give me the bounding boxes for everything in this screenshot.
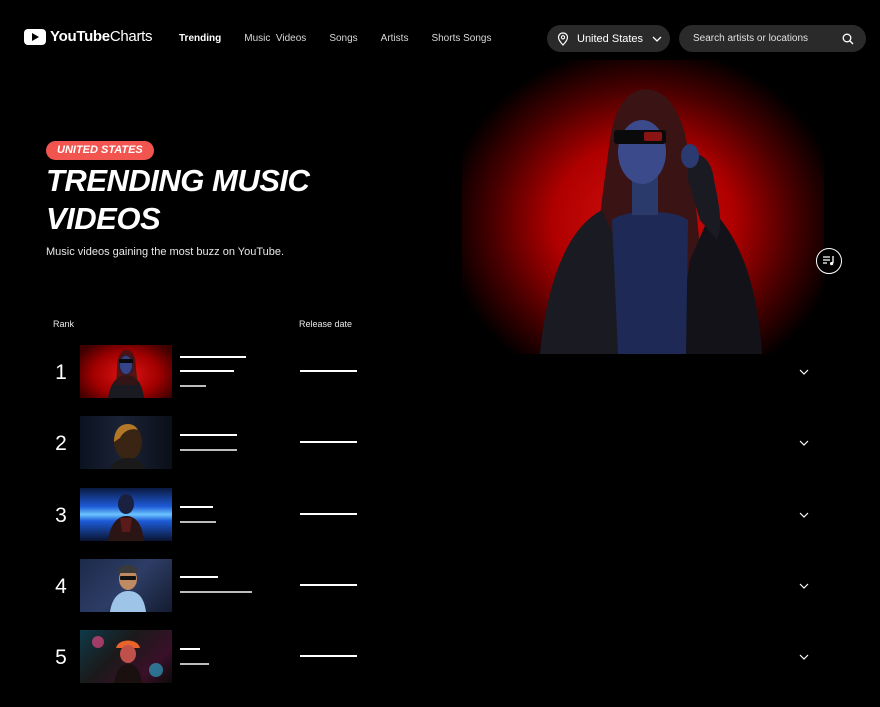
page-title: TRENDING MUSIC VIDEOS — [46, 163, 310, 236]
search-input[interactable] — [693, 33, 842, 44]
release-date-placeholder — [300, 513, 357, 515]
title-placeholder — [180, 434, 237, 436]
nav-item-songs[interactable]: Songs — [329, 33, 357, 44]
video-thumbnail[interactable] — [80, 416, 172, 469]
release-date-column-header: Release date — [299, 319, 353, 329]
title-placeholder — [180, 576, 218, 578]
video-thumbnail[interactable] — [80, 345, 172, 398]
nav-item-trending[interactable]: Trending — [179, 33, 221, 44]
release-date-placeholder — [300, 655, 357, 657]
table-row[interactable]: 5 — [46, 630, 836, 685]
title-placeholder — [180, 356, 246, 358]
chevron-down-icon[interactable] — [798, 651, 810, 663]
table-row[interactable]: 3 — [46, 488, 836, 543]
chevron-down-icon — [652, 36, 662, 42]
nav-item-artists[interactable]: Artists — [381, 33, 409, 44]
country-select-value: United States — [577, 32, 644, 45]
chevron-down-icon[interactable] — [798, 366, 810, 378]
country-select[interactable]: United States — [547, 25, 670, 52]
page-subtitle: Music videos gaining the most buzz on Yo… — [46, 246, 285, 258]
rank-number: 1 — [55, 361, 67, 384]
nav-item-shorts-songs[interactable]: Shorts Songs — [431, 33, 491, 44]
table-row[interactable]: 2 — [46, 416, 836, 471]
video-thumbnail[interactable] — [80, 488, 172, 541]
table-row[interactable]: 1 — [46, 345, 836, 400]
rank-column-header: Rank — [53, 319, 75, 329]
artist-placeholder — [180, 591, 252, 593]
hero-artist-image — [462, 60, 824, 354]
rank-number: 4 — [55, 575, 67, 598]
main-nav: Trending Music Videos Songs Artists Shor… — [179, 33, 515, 44]
chevron-down-icon[interactable] — [798, 580, 810, 592]
search-icon[interactable] — [842, 33, 854, 45]
rank-number: 5 — [55, 646, 67, 669]
logo-text: YouTubeCharts — [50, 28, 153, 45]
views-placeholder — [180, 385, 206, 387]
search-box — [679, 25, 866, 52]
release-date-placeholder — [300, 584, 357, 586]
title-placeholder — [180, 648, 200, 650]
artist-placeholder — [180, 521, 216, 523]
rank-number: 3 — [55, 504, 67, 527]
artist-placeholder — [180, 449, 237, 451]
chevron-down-icon[interactable] — [798, 509, 810, 521]
chevron-down-icon[interactable] — [798, 437, 810, 449]
artist-placeholder — [180, 370, 234, 372]
table-row[interactable]: 4 — [46, 559, 836, 614]
video-thumbnail[interactable] — [80, 559, 172, 612]
youtube-play-icon — [24, 28, 46, 45]
youtube-charts-logo[interactable]: YouTubeCharts — [24, 28, 153, 45]
artist-placeholder — [180, 663, 209, 665]
playlist-icon — [823, 256, 834, 266]
release-date-placeholder — [300, 441, 357, 443]
release-date-placeholder — [300, 370, 357, 372]
nav-item-music-videos[interactable]: Music Videos — [244, 33, 306, 44]
title-placeholder — [180, 506, 213, 508]
location-pin-icon — [557, 31, 569, 46]
video-thumbnail[interactable] — [80, 630, 172, 683]
country-badge: UNITED STATES — [46, 141, 154, 160]
playlist-button[interactable] — [816, 248, 842, 274]
rank-number: 2 — [55, 432, 67, 455]
